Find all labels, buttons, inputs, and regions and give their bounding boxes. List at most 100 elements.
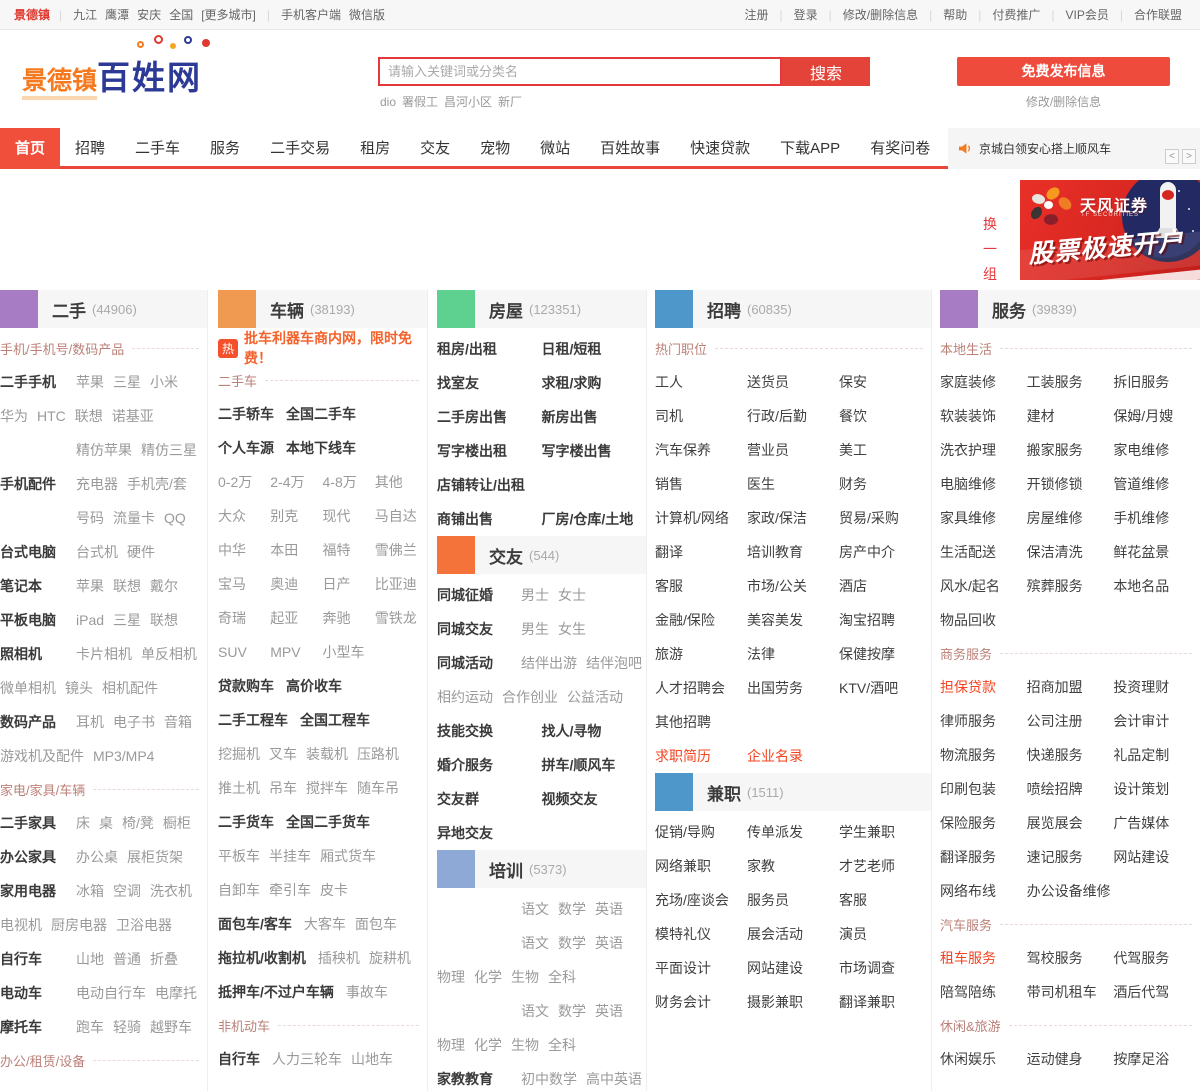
category-link[interactable]: 家庭装修 (940, 374, 996, 390)
category-link[interactable]: 山地 (76, 949, 104, 969)
category-link[interactable]: 游戏机及配件 (0, 746, 84, 766)
category-link[interactable]: 房屋维修 (1027, 510, 1083, 526)
category-link[interactable]: QQ (164, 510, 186, 526)
category-link[interactable]: 结伴出游 (521, 653, 577, 673)
category-link[interactable]: 房产中介 (839, 544, 895, 560)
category-link[interactable]: 才艺老师 (839, 858, 895, 874)
category-link[interactable]: 台式机 (76, 542, 118, 562)
category-link[interactable]: 客服 (839, 892, 867, 908)
category-link[interactable]: 冰箱 (76, 881, 104, 901)
category-link[interactable]: 销售 (655, 476, 683, 492)
category-link[interactable]: 雪铁龙 (375, 610, 417, 626)
category-link[interactable]: 单反相机 (141, 644, 197, 664)
category-link[interactable]: 宝马 (218, 576, 246, 592)
category-link[interactable]: 奔驰 (323, 610, 351, 626)
category-link[interactable]: 皮卡 (320, 880, 348, 900)
category-link[interactable]: 二手轿车 (218, 404, 274, 424)
category-link[interactable]: 展览展会 (1027, 815, 1083, 831)
category-link[interactable]: 洗衣机 (150, 881, 192, 901)
category-link[interactable]: 电视机 (0, 915, 42, 935)
category-link[interactable]: 卫浴电器 (116, 915, 172, 935)
category-link[interactable]: 号码 (76, 508, 104, 528)
category-link[interactable]: 女生 (558, 619, 586, 639)
category-link[interactable]: 求租/求购 (542, 375, 602, 391)
category-link[interactable]: 牵引车 (269, 880, 311, 900)
category-link[interactable]: 轻骑 (113, 1017, 141, 1037)
user-link[interactable]: 帮助 (943, 8, 967, 22)
category-link[interactable]: 物理 (437, 967, 465, 987)
category-link[interactable]: 视频交友 (542, 791, 598, 807)
category-link[interactable]: 苹果 (76, 372, 104, 392)
section-label[interactable]: 家电/家具/车辆 (0, 780, 85, 799)
category-link[interactable]: 日租/短租 (542, 341, 602, 357)
category-link[interactable]: 数学 (558, 1001, 586, 1021)
category-link[interactable]: 带司机租车 (1027, 984, 1097, 1000)
category-link[interactable]: 数学 (558, 899, 586, 919)
nearby-city-link[interactable]: 鹰潭 (105, 8, 129, 22)
subcategory-label[interactable]: 同城征婚 (437, 585, 521, 605)
category-link[interactable]: 流量卡 (113, 508, 155, 528)
category-link[interactable]: 拆旧服务 (1113, 374, 1169, 390)
nav-item-5[interactable]: 租房 (345, 128, 405, 169)
category-link[interactable]: 手机维修 (1113, 510, 1169, 526)
category-link[interactable]: 全国二手货车 (286, 812, 370, 832)
category-link[interactable]: 搅拌车 (306, 778, 348, 798)
nav-item-4[interactable]: 二手交易 (255, 128, 345, 169)
category-link[interactable]: 戴尔 (150, 576, 178, 596)
hot-keyword-link[interactable]: 昌河小区 (444, 95, 492, 109)
category-link[interactable]: 驾校服务 (1027, 950, 1083, 966)
category-link[interactable]: 镜头 (65, 678, 93, 698)
category-link[interactable]: 推土机 (218, 778, 260, 798)
category-link[interactable]: 充场/座谈会 (655, 892, 729, 908)
section-label[interactable]: 热门职位 (655, 339, 707, 358)
category-link[interactable]: 全国工程车 (300, 710, 370, 730)
category-link[interactable]: 诺基亚 (112, 406, 154, 426)
category-link[interactable]: 商铺出售 (437, 511, 493, 527)
category-link[interactable]: 建材 (1027, 408, 1055, 424)
category-link[interactable]: 会计审计 (1113, 713, 1169, 729)
category-link[interactable]: 语文 (521, 933, 549, 953)
category-link[interactable]: 模特礼仪 (655, 926, 711, 942)
subcategory-label[interactable]: 数码产品 (0, 712, 76, 732)
category-link[interactable]: MPV (270, 644, 300, 660)
category-link[interactable]: 二手货车 (218, 812, 274, 832)
category-link[interactable]: 装载机 (306, 744, 348, 764)
category-link[interactable]: 自卸车 (218, 880, 260, 900)
category-link[interactable]: 促销/导购 (655, 824, 715, 840)
category-link[interactable]: 山地车 (351, 1049, 393, 1069)
category-link[interactable]: 办公桌 (76, 847, 118, 867)
category-link[interactable]: 英语 (595, 1001, 623, 1021)
category-link[interactable]: 广告媒体 (1113, 815, 1169, 831)
nav-item-0[interactable]: 首页 (0, 128, 60, 169)
category-link[interactable]: 奇瑞 (218, 610, 246, 626)
subcategory-label[interactable]: 平板电脑 (0, 610, 76, 630)
category-link[interactable]: 招商加盟 (1027, 679, 1083, 695)
category-link[interactable]: 美工 (839, 442, 867, 458)
category-link[interactable]: 华为 (0, 406, 28, 426)
category-link[interactable]: 二手工程车 (218, 710, 288, 730)
category-link[interactable]: 跑车 (76, 1017, 104, 1037)
category-link[interactable]: 4-8万 (323, 474, 357, 490)
category-link[interactable]: 婚介服务 (437, 757, 493, 773)
category-link[interactable]: 日产 (323, 576, 351, 592)
category-link[interactable]: 吊车 (269, 778, 297, 798)
nav-item-6[interactable]: 交友 (405, 128, 465, 169)
category-link[interactable]: 美容美发 (747, 612, 803, 628)
category-link[interactable]: 本地下线车 (286, 438, 356, 458)
category-link[interactable]: 企业名录 (747, 748, 803, 764)
category-link[interactable]: 办公设备维修 (1027, 883, 1111, 899)
category-link[interactable]: 平板车 (218, 846, 260, 866)
category-link[interactable]: 半挂车 (269, 846, 311, 866)
next-announcement-button[interactable]: > (1182, 149, 1196, 164)
subcategory-label[interactable]: 面包车/客车 (218, 914, 292, 934)
category-link[interactable]: 橱柜 (163, 813, 191, 833)
category-link[interactable]: 贸易/采购 (839, 510, 899, 526)
category-link[interactable]: 技能交换 (437, 723, 493, 739)
category-link[interactable]: 传单派发 (747, 824, 803, 840)
category-link[interactable]: 生物 (511, 967, 539, 987)
category-link[interactable]: 英语 (595, 933, 623, 953)
category-link[interactable]: 找人/寻物 (542, 723, 602, 739)
category-link[interactable]: 营业员 (747, 442, 789, 458)
category-link[interactable]: 计算机/网络 (655, 510, 729, 526)
category-link[interactable]: 代驾服务 (1113, 950, 1169, 966)
